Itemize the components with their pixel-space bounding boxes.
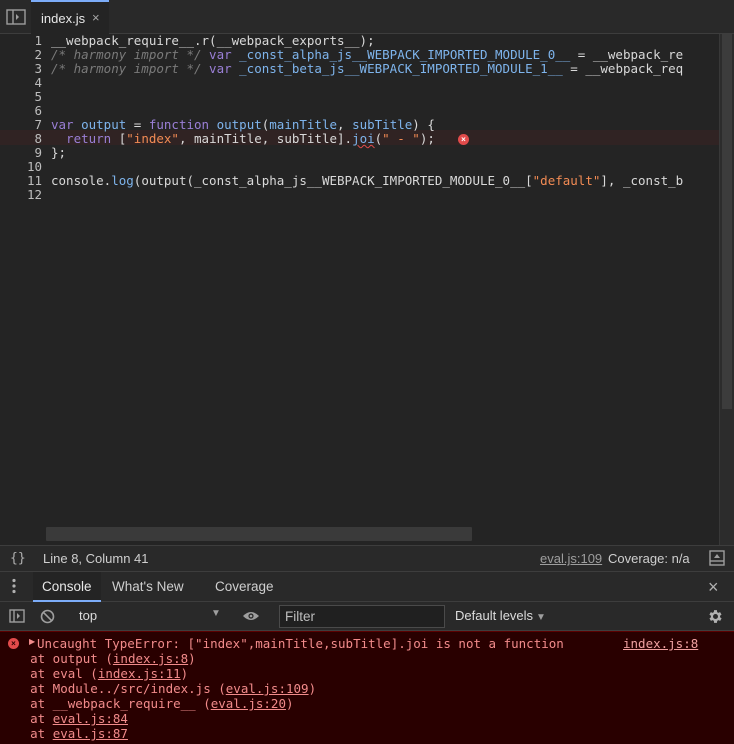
log-levels-dropdown[interactable]: Default levels ▼ [455, 608, 546, 623]
stack-frame: at output (index.js:8) [0, 651, 196, 666]
stack-frame-link[interactable]: index.js:11 [98, 666, 181, 681]
gear-icon[interactable] [707, 608, 724, 625]
stack-frame: at eval.js:87 [0, 726, 128, 741]
code-line-1: __webpack_require__.r(__webpack_exports_… [51, 34, 375, 48]
tab-coverage[interactable]: Coverage [206, 572, 283, 602]
code-line-11: console.log(output(_const_alpha_js__WEBP… [51, 173, 684, 188]
toggle-sidebar-icon[interactable] [709, 550, 725, 566]
stack-frame-link[interactable]: eval.js:84 [53, 711, 128, 726]
stack-frame: at eval (index.js:11) [0, 666, 188, 681]
error-icon: × [8, 638, 19, 649]
vertical-scrollbar-thumb[interactable] [722, 34, 732, 409]
context-selector[interactable]: top ▼ [71, 605, 226, 627]
error-location-link[interactable]: index.js:8 [623, 636, 698, 651]
editor-tab-bar: index.js × [0, 0, 734, 34]
stack-frame-text: at [0, 726, 53, 741]
stack-frame-link[interactable]: index.js:8 [113, 651, 188, 666]
line-number[interactable]: 11 [0, 174, 42, 188]
stack-frame-link[interactable]: eval.js:109 [226, 681, 309, 696]
stack-frame: at eval.js:84 [0, 711, 128, 726]
live-expression-eye-icon[interactable] [242, 610, 260, 622]
stack-frame-text: at [0, 711, 53, 726]
error-message-text: Uncaught TypeError: ["index",mainTitle,s… [37, 636, 564, 651]
tab-label: index.js [41, 11, 86, 26]
line-number[interactable]: 10 [0, 160, 42, 174]
line-number[interactable]: 3 [0, 62, 42, 76]
line-number[interactable]: 2 [0, 48, 42, 62]
toggle-navigator-icon[interactable] [6, 9, 26, 25]
stack-frame-link[interactable]: eval.js:20 [211, 696, 286, 711]
stack-frame-text: at output ( [0, 651, 113, 666]
pretty-print-icon[interactable]: {} [10, 551, 26, 566]
console-toolbar: top ▼ Default levels▼ [0, 602, 734, 631]
chevron-down-icon: ▼ [211, 608, 221, 619]
vertical-scrollbar[interactable] [719, 34, 734, 545]
drawer-tab-bar: Console What's New Coverage × [0, 572, 734, 602]
line-number[interactable]: 9 [0, 146, 42, 160]
close-drawer-icon[interactable]: × [708, 577, 719, 598]
code-line-2: /* harmony import */ var _const_alpha_js… [51, 47, 684, 62]
tab-whats-new[interactable]: What's New [103, 572, 193, 602]
stack-frame-suffix: ) [308, 681, 317, 696]
stack-frame-text: at Module../src/index.js ( [0, 681, 226, 696]
filter-input[interactable] [279, 605, 445, 628]
code-line-7: var output = function output(mainTitle, … [51, 117, 435, 132]
stack-frame: at __webpack_require__ (eval.js:20) [0, 696, 294, 711]
line-number[interactable]: 6 [0, 104, 42, 118]
line-number[interactable]: 7 [0, 118, 42, 132]
line-number[interactable]: 12 [0, 188, 42, 202]
tab-close-icon[interactable]: × [92, 10, 100, 25]
line-number[interactable]: 1 [0, 34, 42, 48]
more-tools-menu-icon[interactable] [12, 578, 16, 594]
stack-frame-suffix: ) [285, 696, 294, 711]
clear-console-icon[interactable] [40, 609, 55, 624]
code-line-8: return ["index", mainTitle, subTitle].jo… [51, 131, 435, 146]
editor-status-bar: {} Line 8, Column 41 eval.js:109 Coverag… [0, 545, 734, 572]
code-line-3: /* harmony import */ var _const_beta_js_… [51, 61, 684, 76]
stack-frame: at Module../src/index.js (eval.js:109) [0, 681, 316, 696]
stack-frame-suffix: ) [188, 651, 196, 666]
stack-frame-text: at eval ( [0, 666, 98, 681]
horizontal-scrollbar-thumb[interactable] [46, 527, 472, 541]
stack-frame-suffix: ) [180, 666, 189, 681]
code-line-9: }; [51, 145, 67, 160]
stack-frame-text: at __webpack_require__ ( [0, 696, 211, 711]
stack-frame-link[interactable]: eval.js:87 [53, 726, 128, 741]
console-sidebar-icon[interactable] [9, 609, 25, 623]
source-map-link[interactable]: eval.js:109 [540, 551, 602, 566]
line-number[interactable]: 4 [0, 76, 42, 90]
chevron-down-icon: ▼ [536, 612, 546, 623]
expand-arrow-icon[interactable]: ▶ [29, 637, 35, 646]
tab-index-js[interactable]: index.js × [31, 0, 109, 34]
tab-console[interactable]: Console [33, 572, 101, 602]
error-marker-icon[interactable]: × [458, 134, 469, 145]
console-error-message: × ▶ Uncaught TypeError: ["index",mainTit… [0, 631, 734, 744]
code-editor[interactable]: 1 2 3 4 5 6 7 8 9 10 11 12 __webpack_require__.r(__… [0, 34, 734, 545]
coverage-status: Coverage: n/a [608, 551, 690, 566]
log-levels-label: Default levels [455, 608, 534, 623]
line-number[interactable]: 5 [0, 90, 42, 104]
cursor-position: Line 8, Column 41 [43, 551, 149, 566]
line-number[interactable]: 8 [0, 132, 42, 146]
context-label: top [79, 608, 98, 623]
